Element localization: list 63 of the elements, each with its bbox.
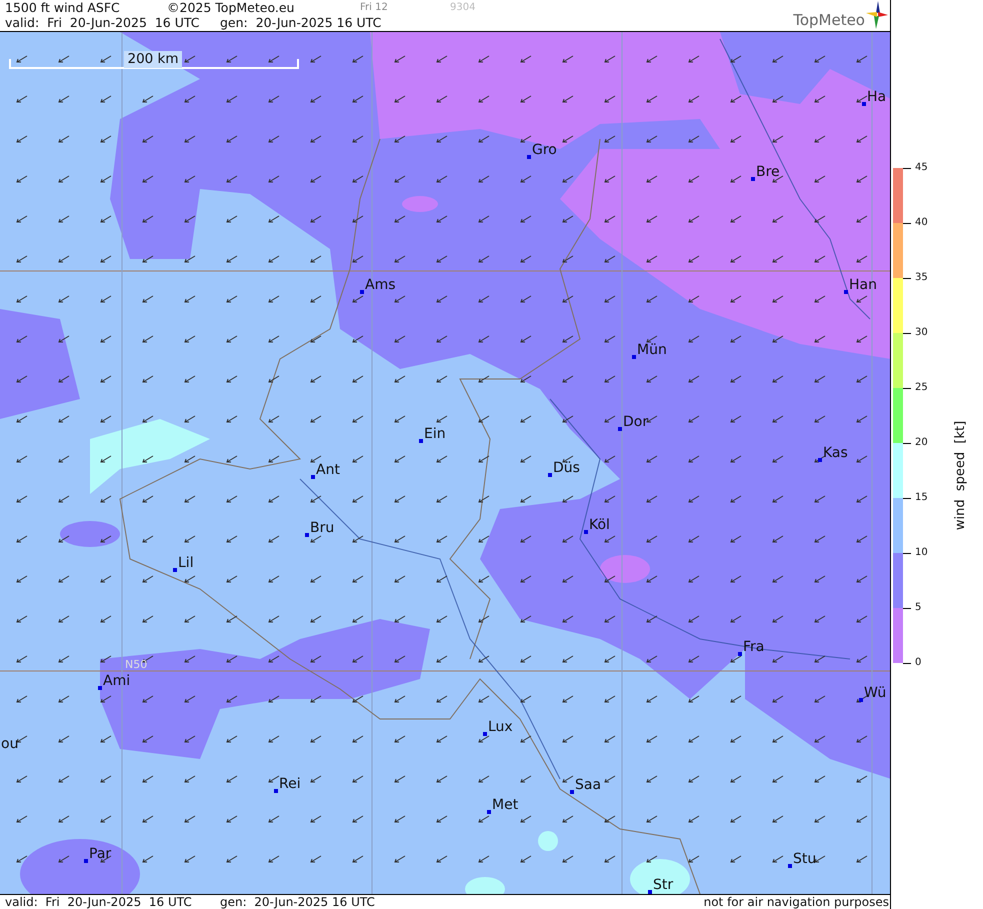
logo-text: TopMeteo: [793, 11, 865, 29]
city-marker-icon: [274, 789, 278, 793]
city-label: Ami: [103, 673, 130, 689]
city-label: Han: [849, 277, 877, 293]
city-label: Rei: [279, 776, 301, 792]
city-label: Par: [89, 846, 112, 862]
city-label: Köl: [589, 517, 610, 533]
city-marker-icon: [311, 475, 315, 479]
city-marker-icon: [618, 427, 622, 431]
city-label: Ha: [867, 89, 886, 105]
scale-label: 200 km: [124, 51, 182, 68]
city-label: Gro: [532, 142, 557, 158]
city-label: ou: [1, 736, 18, 752]
city-label: Str: [653, 877, 674, 893]
city-marker-icon: [632, 355, 636, 359]
map-title: 1500 ft wind ASFC: [5, 0, 121, 15]
city-marker-icon: [584, 530, 588, 534]
city-marker-icon: [751, 177, 755, 181]
city-label: Lux: [488, 719, 513, 735]
frame-label: Fri 12: [360, 1, 389, 15]
code-label: 9304: [450, 1, 476, 15]
legend-title: wind speed [kt]: [954, 420, 968, 530]
city-label: Wü: [864, 685, 886, 701]
valid-time-text: valid: Fri 20-Jun-2025 16 UTC: [5, 15, 201, 30]
city-marker-icon: [844, 290, 848, 294]
city-marker-icon: [419, 439, 423, 443]
city-label: Fra: [743, 639, 764, 655]
latitude-label: N50: [125, 658, 148, 671]
disclaimer-text: not for air navigation purposes: [704, 895, 890, 909]
city-label: Stu: [793, 851, 816, 867]
city-label: Dor: [623, 414, 648, 430]
city-marker-icon: [738, 652, 742, 656]
generated-time-text: gen: 20-Jun-2025 16 UTC: [220, 895, 375, 909]
city-label: Lil: [178, 555, 194, 571]
city-marker-icon: [483, 732, 487, 736]
city-label: Mün: [637, 342, 667, 358]
city-label: Saa: [575, 777, 602, 793]
city-marker-icon: [859, 698, 863, 702]
city-label: Bru: [310, 520, 334, 536]
valid-time-text: valid: Fri 20-Jun-2025 16 UTC: [5, 895, 193, 909]
city-label: Düs: [553, 460, 580, 476]
city-marker-icon: [862, 102, 866, 106]
city-marker-icon: [570, 790, 574, 794]
city-label: Ein: [424, 426, 446, 442]
city-marker-icon: [487, 810, 491, 814]
city-marker-icon: [548, 473, 552, 477]
city-label: Ant: [316, 462, 340, 478]
copyright-text: ©2025 TopMeteo.eu: [167, 0, 296, 15]
city-marker-icon: [98, 686, 102, 690]
city-marker-icon: [788, 864, 792, 868]
city-marker-icon: [360, 290, 364, 294]
city-marker-icon: [818, 458, 822, 462]
city-marker-icon: [305, 533, 309, 537]
city-marker-icon: [84, 859, 88, 863]
city-label: Ams: [365, 277, 396, 293]
city-label: Kas: [823, 445, 848, 461]
compass-star-icon: [866, 1, 888, 29]
city-label: Met: [492, 797, 518, 813]
city-marker-icon: [527, 155, 531, 159]
city-marker-icon: [173, 568, 177, 572]
city-marker-icon: [648, 890, 652, 894]
generated-time-text: gen: 20-Jun-2025 16 UTC: [220, 15, 382, 30]
city-label: Bre: [756, 164, 780, 180]
